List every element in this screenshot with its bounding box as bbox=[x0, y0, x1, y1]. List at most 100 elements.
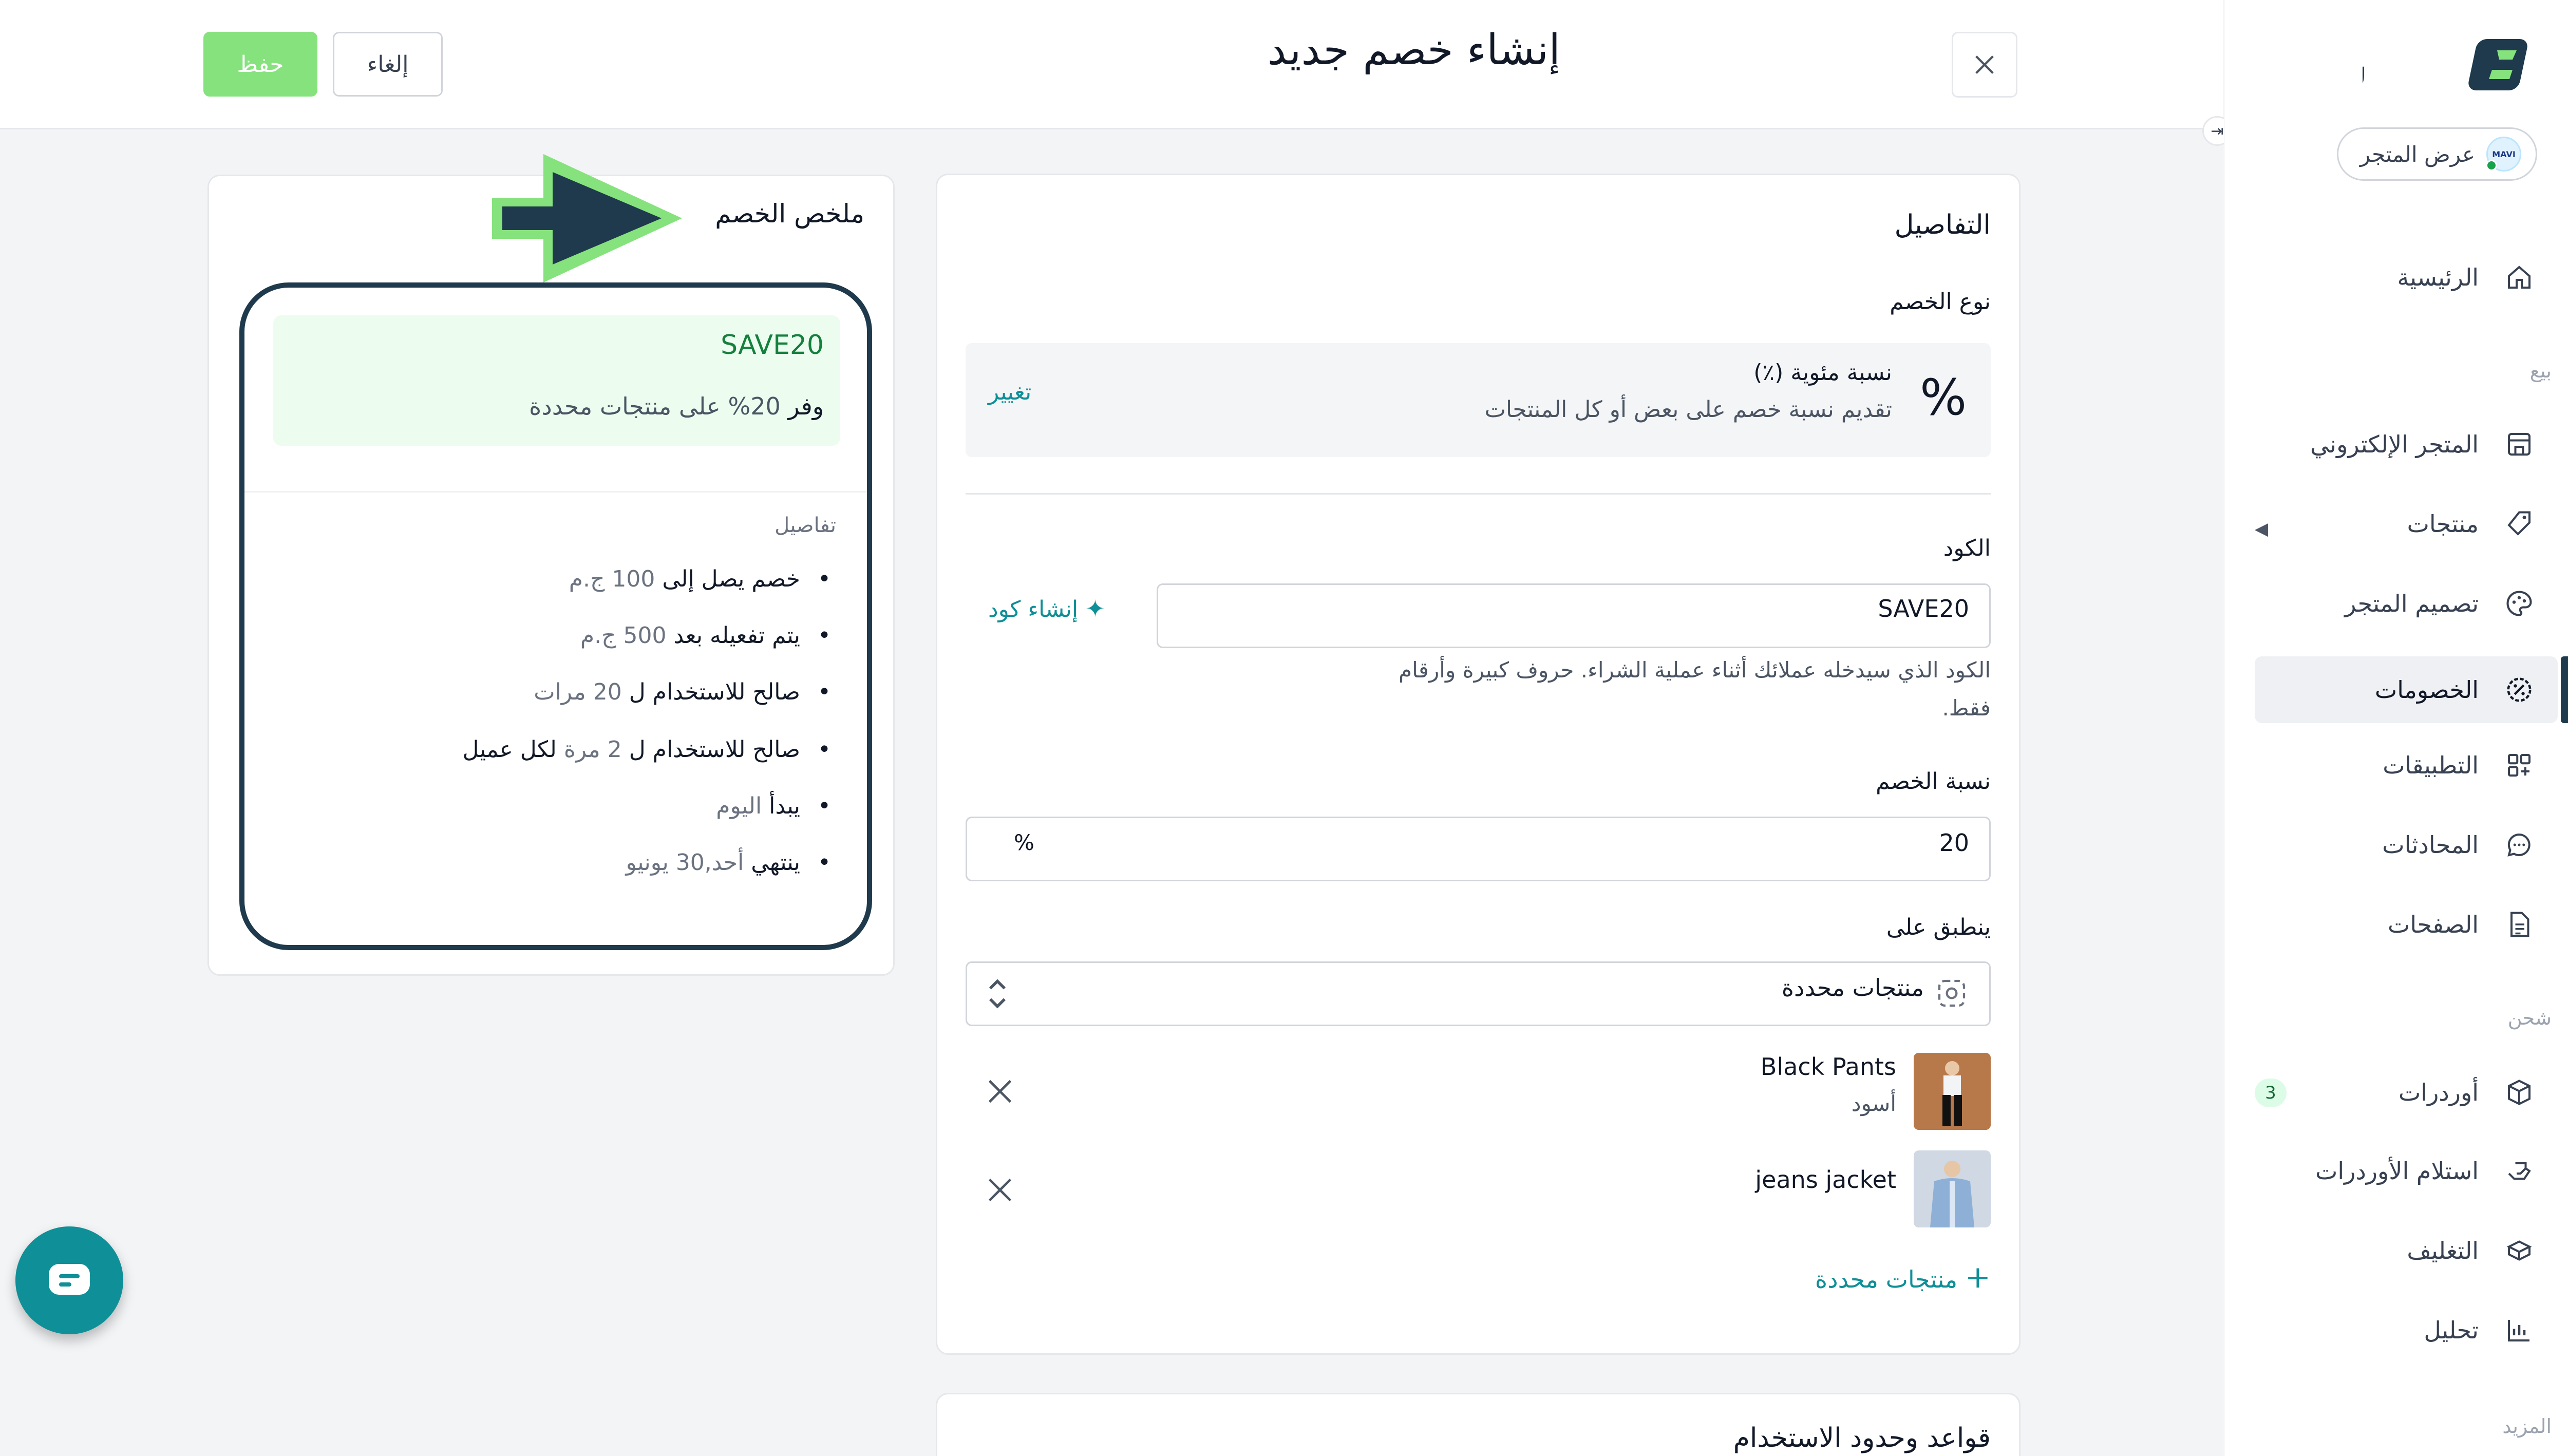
summary-heading: ملخص الخصم bbox=[715, 199, 864, 229]
orders-count-badge: 3 bbox=[2255, 1079, 2287, 1107]
online-status-dot bbox=[2486, 160, 2497, 171]
top-bar: حفظ إلغاء إنشاء خصم جديد bbox=[0, 0, 2223, 129]
sidebar-item-online-store[interactable]: المتجر الإلكتروني bbox=[2255, 411, 2558, 478]
summary-highlight: SAVE20 وفر 20% على منتجات محددة تفاصيل خ… bbox=[239, 282, 872, 950]
percent-suffix: % bbox=[1014, 830, 1034, 855]
target-products-icon bbox=[1938, 979, 1966, 1007]
section-label-more: المزيد bbox=[2502, 1415, 2552, 1438]
summary-item: يبدأ اليوم bbox=[716, 793, 830, 819]
remove-product-icon[interactable] bbox=[982, 1073, 1018, 1109]
view-store-button[interactable]: عرض المتجر MAVI bbox=[2337, 127, 2537, 181]
chevron-up-down-icon bbox=[989, 979, 1006, 1009]
sidebar-item-home[interactable]: الرئيسية bbox=[2255, 244, 2558, 311]
add-products-link[interactable]: + منتجات محددة bbox=[1815, 1259, 1991, 1295]
store-avatar: MAVI bbox=[2486, 137, 2521, 172]
cancel-button[interactable]: إلغاء bbox=[333, 32, 443, 97]
pickup-icon bbox=[2501, 1153, 2537, 1189]
details-divider bbox=[966, 493, 1991, 495]
applies-to-label: ينطبق على bbox=[1886, 914, 1991, 940]
sidebar-item-pages[interactable]: الصفحات bbox=[2255, 891, 2558, 958]
product-thumbnail bbox=[1914, 1150, 1991, 1227]
sidebar-item-discounts[interactable]: الخصومات bbox=[2255, 656, 2558, 723]
change-type-link[interactable]: تغيير bbox=[988, 379, 1031, 405]
offer-value: 20% bbox=[728, 392, 781, 420]
code-input[interactable] bbox=[1157, 583, 1991, 648]
details-heading: التفاصيل bbox=[1894, 210, 1991, 240]
sidebar-item-label: التطبيقات bbox=[2383, 751, 2479, 779]
offer-rest: على منتجات محددة bbox=[529, 392, 721, 420]
summary-item: خصم يصل إلى 100 ج.م bbox=[569, 566, 832, 592]
code-label: الكود bbox=[1943, 535, 1991, 561]
sidebar-item-label: تصميم المتجر bbox=[2345, 590, 2479, 617]
plus-icon: + bbox=[1965, 1259, 1991, 1295]
sidebar-item-label: منتجات bbox=[2407, 510, 2479, 538]
promo-offer: وفر 20% على منتجات محددة bbox=[529, 392, 824, 420]
chat-bubble-icon bbox=[2501, 827, 2537, 863]
sidebar-item-chats[interactable]: المحادثات bbox=[2255, 811, 2558, 878]
seller-logo: سلر bbox=[2363, 35, 2527, 101]
apps-icon bbox=[2501, 747, 2537, 783]
close-icon bbox=[1975, 55, 1994, 74]
percent-input[interactable] bbox=[966, 817, 1991, 881]
offer-prefix: وفر bbox=[788, 392, 824, 420]
percent-type-icon: % bbox=[1920, 369, 1967, 426]
home-icon bbox=[2501, 259, 2537, 295]
pointer-arrow-icon bbox=[492, 154, 682, 282]
promo-box: SAVE20 وفر 20% على منتجات محددة bbox=[273, 315, 840, 446]
sidebar-item-label: تحليل bbox=[2424, 1316, 2479, 1344]
promo-code: SAVE20 bbox=[721, 330, 824, 361]
sidebar-item-apps[interactable]: التطبيقات bbox=[2255, 732, 2558, 799]
sidebar-item-store-design[interactable]: تصميم المتجر bbox=[2255, 570, 2558, 637]
sidebar-item-order-pickup[interactable]: استلام الأوردرات bbox=[2255, 1138, 2558, 1204]
percent-label: نسبة الخصم bbox=[1876, 768, 1991, 795]
summary-item: صالح للاستخدام ل 20 مرات bbox=[534, 679, 831, 705]
applies-to-value: منتجات محددة bbox=[1781, 974, 1924, 1001]
discount-type-title: نسبة مئوية (٪) bbox=[1753, 360, 1892, 386]
code-help-text-2: فقط. bbox=[1942, 695, 1991, 721]
caret-left-icon[interactable]: ◀ bbox=[2255, 519, 2268, 539]
product-thumbnail bbox=[1914, 1053, 1991, 1130]
summary-item: يتم تفعيله بعد 500 ج.م bbox=[580, 622, 831, 649]
sidebar-item-label: الرئيسية bbox=[2397, 263, 2479, 291]
view-store-label: عرض المتجر bbox=[2359, 141, 2475, 167]
page-title: إنشاء خصم جديد bbox=[1267, 26, 1560, 74]
sidebar-item-label: أوردرات bbox=[2399, 1079, 2479, 1106]
sparkle-icon: ✦ bbox=[1085, 595, 1105, 622]
sidebar-item-products[interactable]: منتجات bbox=[2255, 490, 2558, 557]
sidebar-item-label: التغليف bbox=[2407, 1237, 2479, 1264]
chat-fab-button[interactable] bbox=[15, 1226, 123, 1334]
usage-rules-heading: قواعد وحدود الاستخدام bbox=[1733, 1423, 1991, 1453]
active-indicator bbox=[2561, 656, 2568, 723]
box-icon bbox=[2501, 1074, 2537, 1110]
discount-icon bbox=[2501, 672, 2537, 708]
package-icon bbox=[2501, 1233, 2537, 1269]
summary-details-label: تفاصيل bbox=[775, 514, 836, 537]
brand-text: سلر bbox=[2363, 35, 2369, 101]
analytics-icon bbox=[2501, 1312, 2537, 1348]
percent-input-value: 20 bbox=[1939, 829, 1969, 857]
remove-product-icon[interactable] bbox=[982, 1172, 1018, 1208]
sidebar-item-label: استلام الأوردرات bbox=[2315, 1157, 2479, 1185]
section-label-sell: بيع bbox=[2529, 360, 2552, 382]
section-label-shipping: شحن bbox=[2507, 1007, 2552, 1029]
product-name: jeans jacket bbox=[1755, 1166, 1896, 1194]
summary-item: ينتهي أحد,30 يونيو bbox=[626, 849, 831, 876]
sidebar-item-analytics[interactable]: تحليل bbox=[2255, 1297, 2558, 1364]
sidebar-item-label: المتجر الإلكتروني bbox=[2310, 430, 2479, 458]
product-variant: أسود bbox=[1851, 1091, 1896, 1116]
discount-type-desc: تقديم نسبة خصم على بعض أو كل المنتجات bbox=[1484, 396, 1892, 423]
sidebar-item-packaging[interactable]: التغليف bbox=[2255, 1217, 2558, 1284]
close-button[interactable] bbox=[1952, 32, 2017, 98]
product-name: Black Pants bbox=[1760, 1053, 1896, 1081]
summary-divider bbox=[244, 491, 867, 493]
save-button[interactable]: حفظ bbox=[203, 32, 317, 97]
sidebar-item-label: الصفحات bbox=[2388, 911, 2479, 938]
summary-item: صالح للاستخدام ل 2 مرة لكل عميل bbox=[463, 736, 831, 763]
code-input-value: SAVE20 bbox=[1878, 595, 1969, 622]
sidebar-item-label: الخصومات bbox=[2374, 676, 2479, 704]
sidebar-item-orders[interactable]: أوردرات bbox=[2255, 1059, 2558, 1126]
chat-icon bbox=[49, 1264, 90, 1295]
generate-code-button[interactable]: ✦ إنشاء كود bbox=[988, 595, 1105, 622]
tag-icon bbox=[2501, 506, 2537, 542]
sidebar-item-label: المحادثات bbox=[2382, 831, 2479, 859]
